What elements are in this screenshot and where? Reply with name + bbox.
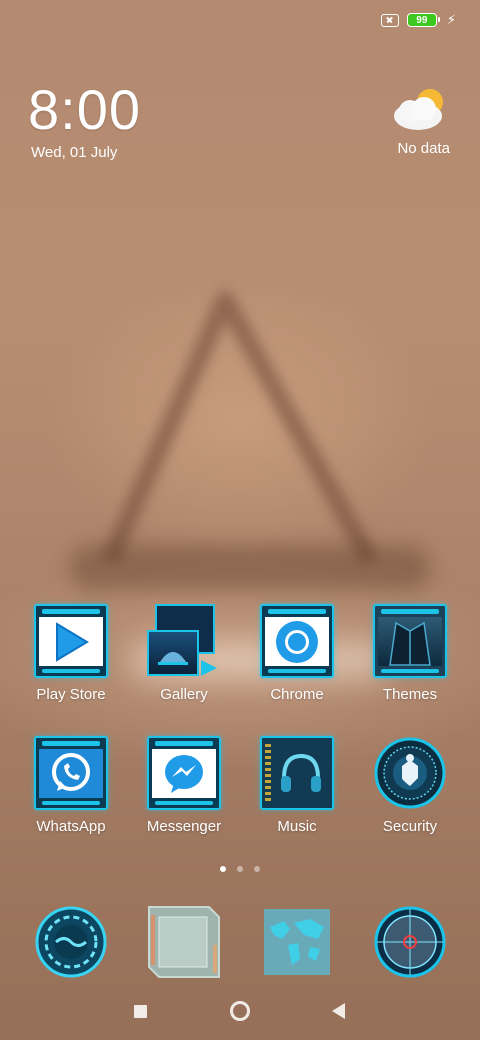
charging-bolt-icon: ⚡ [446,12,456,27]
back-icon [331,1003,345,1019]
recents-icon [133,1004,147,1018]
app-gallery[interactable]: Gallery [129,604,239,703]
phone-dialer-icon [34,905,108,979]
app-label: WhatsApp [36,818,106,835]
security-icon [373,736,447,810]
app-label: Themes [382,686,438,703]
app-chrome[interactable]: Chrome [242,604,352,703]
page-dot[interactable] [254,866,260,872]
messages-icon [147,905,221,979]
chrome-icon [260,604,334,678]
battery-level: 99 [416,14,428,26]
status-bar: 99 ⚡ [380,12,456,28]
messenger-icon [147,736,221,810]
app-label: Chrome [270,686,324,703]
page-dot[interactable] [237,866,243,872]
app-play-store[interactable]: Play Store [16,604,126,703]
dock-messages[interactable] [129,905,239,979]
clock-date: Wed, 01 July [31,144,118,161]
app-music[interactable]: Music [242,736,352,835]
app-label: Security [382,818,438,835]
play-store-icon [34,604,108,678]
app-themes[interactable]: Themes [355,604,465,703]
app-row: WhatsApp Messenger Music Security [0,736,480,846]
app-label: Play Store [36,686,106,703]
camera-icon [373,905,447,979]
back-button[interactable] [326,999,350,1023]
dock-camera[interactable] [355,905,465,979]
page-dot-active[interactable] [220,866,226,872]
app-label: Music [277,818,317,835]
home-button[interactable] [228,999,252,1023]
dock-phone[interactable] [16,905,126,979]
dock-browser[interactable] [242,905,352,979]
whatsapp-icon [34,736,108,810]
partly-cloudy-icon [394,89,443,130]
app-security[interactable]: Security [355,736,465,835]
wallpaper-shelf [70,545,430,591]
music-icon [260,736,334,810]
app-messenger[interactable]: Messenger [129,736,239,835]
page-indicator[interactable] [0,866,480,872]
gallery-icon [147,604,221,678]
weather-status: No data [397,140,450,157]
app-row: Play Store Gallery Chrome Themes [0,604,480,714]
weather-widget[interactable]: No data [360,86,450,157]
app-whatsapp[interactable]: WhatsApp [16,736,126,835]
dock [0,905,480,981]
navigation-bar [0,995,480,1027]
clock-time: 8:00 [28,78,141,141]
home-icon [230,1001,250,1021]
themes-icon [373,604,447,678]
no-sim-icon [380,13,399,27]
app-label: Messenger [146,818,222,835]
recents-button[interactable] [128,999,152,1023]
browser-map-icon [260,905,334,979]
battery-indicator: 99 [406,13,440,27]
clock-widget[interactable]: 8:00 Wed, 01 July [28,78,141,162]
app-label: Gallery [160,686,208,703]
